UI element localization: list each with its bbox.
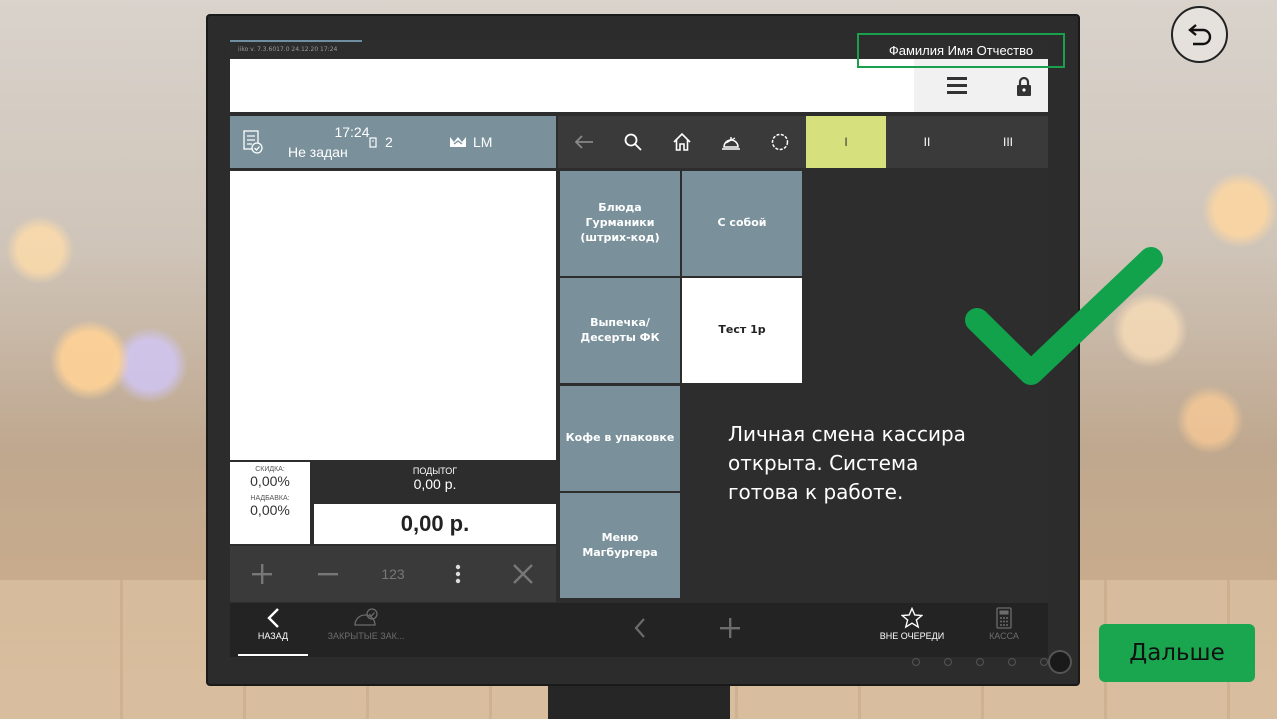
minus-button[interactable] (298, 546, 358, 602)
total-value: 0,00 р. (314, 504, 556, 544)
plus-icon (252, 564, 272, 584)
crown-icon (450, 137, 466, 147)
back-arrow-button[interactable] (560, 116, 608, 168)
tutorial-note: Личная смена кассира открыта. Система го… (728, 422, 966, 504)
nav-out-of-queue-label: ВНЕ ОЧЕРЕДИ (879, 631, 945, 641)
subtotal-panel: ПОДЫТОГ 0,00 р. (314, 462, 556, 502)
nav-cashbox-button[interactable]: КАССА (980, 607, 1028, 641)
active-tab-indicator (238, 654, 308, 656)
quantity-controls: 123 (230, 546, 556, 602)
nav-back-button[interactable]: НАЗАД (238, 607, 308, 641)
surcharge-label: НАДБАВКА: (250, 495, 290, 502)
bottom-navigation: НАЗАД ЗАКРЫТЫЕ ЗАК... ВНЕ ОЧЕРЕДИ КАССА (230, 603, 1048, 657)
order-items-list[interactable] (230, 171, 556, 460)
discount-label: СКИДКА: (255, 466, 285, 473)
guests-icon (369, 136, 377, 148)
discount-panel[interactable]: СКИДКА: 0,00% НАДБАВКА: 0,00% (230, 462, 310, 544)
chevron-left-icon (267, 608, 279, 628)
pos-screen: iiko v. 7.3.6017.0 24.12.20 17:24 17:24 … (230, 40, 1048, 657)
nav-out-of-queue-button[interactable]: ВНЕ ОЧЕРЕДИ (876, 606, 948, 641)
checkmark-icon (965, 247, 1163, 385)
search-icon (624, 133, 642, 151)
waiter-initials: LM (473, 134, 493, 150)
category-tile[interactable]: Выпечка/Десерты ФК (560, 278, 680, 383)
home-button[interactable] (658, 116, 706, 168)
more-button[interactable] (428, 546, 488, 602)
cloche-icon (722, 137, 740, 150)
nav-cashbox-label: КАССА (989, 631, 1019, 641)
nav-back-label: НАЗАД (257, 631, 289, 641)
course-button[interactable] (756, 116, 804, 168)
order-header[interactable]: 17:24 Не задан 2 LM (230, 116, 556, 168)
return-button[interactable] (1171, 6, 1228, 63)
arrow-left-icon (574, 135, 593, 149)
delete-button[interactable] (493, 546, 553, 602)
home-icon (673, 133, 691, 151)
guests-value: 2 (385, 134, 393, 150)
guests-count[interactable]: 2 (369, 134, 393, 150)
user-name-highlight: Фамилия Имя Отчество (857, 33, 1065, 68)
circle-dashed-icon (771, 133, 789, 151)
monitor-stand (548, 684, 730, 719)
surcharge-value: 0,00% (250, 502, 290, 518)
waiter-info[interactable]: LM (449, 134, 492, 150)
nav-prev-button[interactable] (628, 617, 652, 641)
search-button[interactable] (609, 116, 657, 168)
power-button (1048, 650, 1072, 674)
seat-2-tab[interactable]: II (887, 116, 967, 168)
seat-3-tab[interactable]: III (968, 116, 1048, 168)
nav-add-button[interactable] (718, 618, 742, 640)
star-icon (900, 606, 924, 629)
order-list-icon (243, 130, 263, 154)
plus-button[interactable] (232, 546, 292, 602)
category-tile[interactable]: Кофе в упаковке (560, 386, 680, 491)
undo-icon (1187, 23, 1211, 45)
subtotal-value: 0,00 р. (413, 476, 457, 492)
next-button[interactable]: Дальше (1099, 624, 1255, 682)
chevron-left-icon (634, 618, 645, 638)
lock-icon (1017, 76, 1031, 96)
menu-toolbar: I II III (558, 116, 1048, 168)
category-tile[interactable]: Меню Магбургера (560, 493, 680, 598)
seat-1-tab[interactable]: I (806, 116, 886, 168)
kitchen-button[interactable] (707, 116, 755, 168)
minus-icon (318, 573, 338, 576)
close-icon (513, 564, 533, 584)
order-status: Не задан (288, 144, 348, 160)
nav-closed-orders-label: ЗАКРЫТЫЕ ЗАК... (327, 631, 405, 641)
plus-icon (720, 618, 740, 638)
nav-closed-orders-button[interactable]: ЗАКРЫТЫЕ ЗАК... (326, 607, 406, 641)
calculator-icon (996, 607, 1012, 629)
hamburger-icon (947, 76, 967, 94)
category-tile[interactable]: С собой (682, 171, 802, 276)
closed-orders-icon (354, 608, 378, 626)
numpad-button[interactable]: 123 (363, 546, 423, 602)
category-tile[interactable]: Тест 1р (682, 278, 802, 383)
discount-value: 0,00% (250, 473, 290, 489)
subtotal-label: ПОДЫТОГ (412, 466, 458, 476)
version-info: iiko v. 7.3.6017.0 24.12.20 17:24 (238, 46, 338, 53)
bezel-buttons (912, 658, 1048, 666)
more-vertical-icon (455, 564, 461, 584)
category-tile[interactable]: Блюда Гурманики (штрих-код) (560, 171, 680, 276)
